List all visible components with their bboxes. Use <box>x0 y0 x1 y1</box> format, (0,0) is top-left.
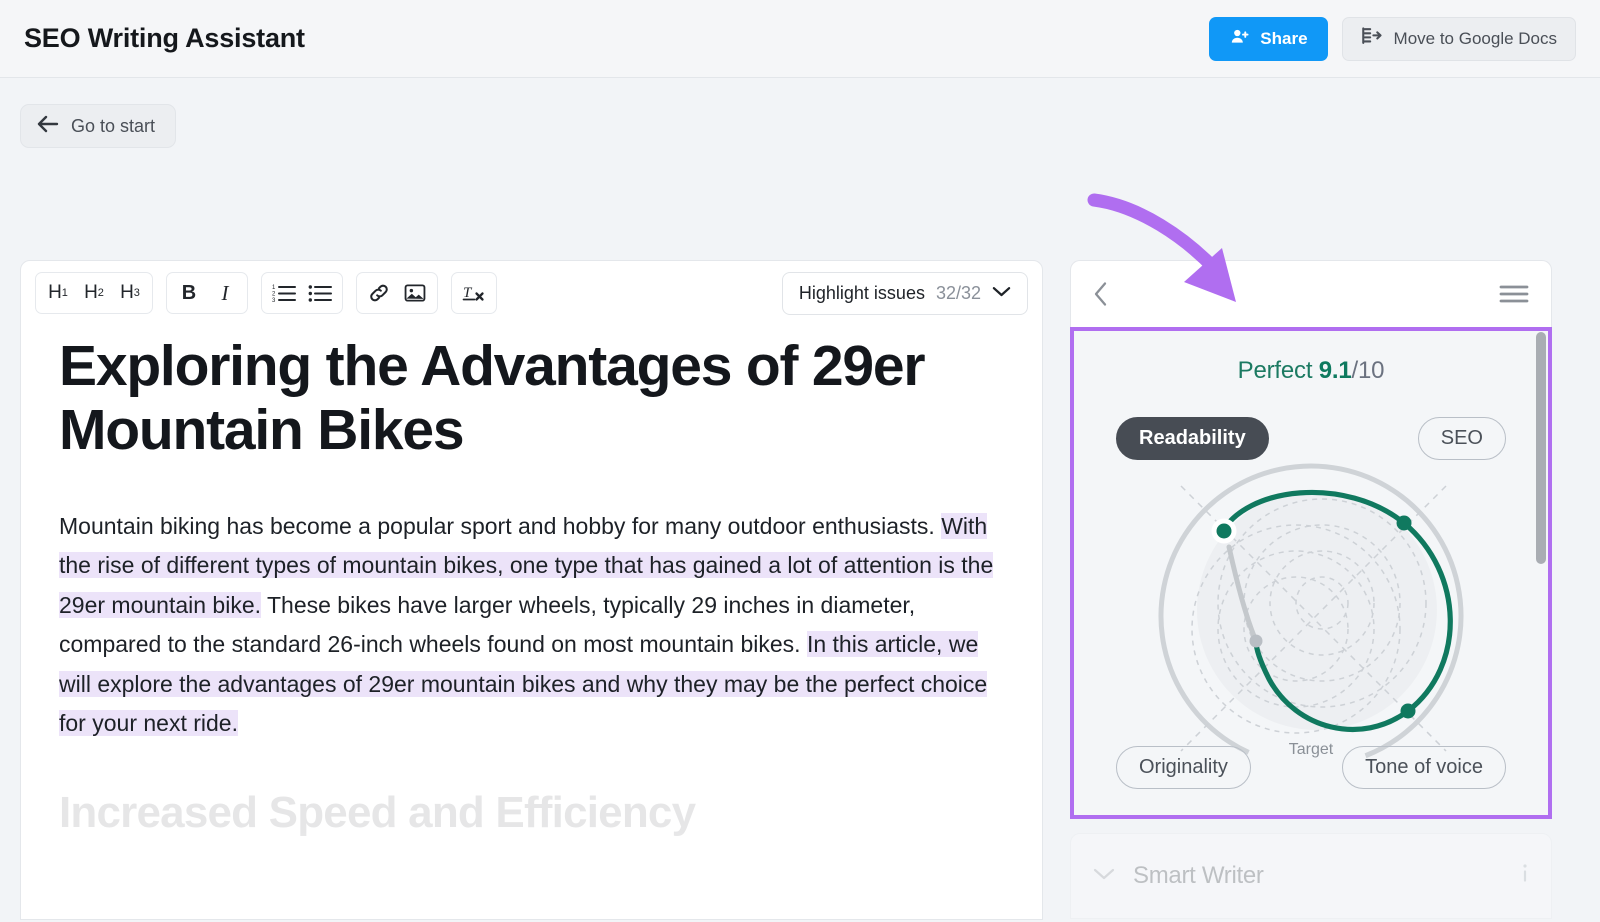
editor-toolbar: H1 H2 H3 B I 1 2 3 T Highlight issues 32… <box>21 261 1042 325</box>
arrow-shaft <box>1087 193 1221 275</box>
node-tone-of-voice[interactable] <box>1400 703 1416 719</box>
insert-tool-group <box>356 272 438 314</box>
workspace: Go to start H1 H2 H3 B I 1 2 3 T Highlig… <box>0 78 1600 920</box>
image-icon[interactable] <box>397 276 433 310</box>
document-next-heading: Increased Speed and Efficiency <box>59 787 696 837</box>
header-actions: Share Move to Google Docs <box>1209 16 1576 61</box>
arrow-left-icon <box>37 115 59 138</box>
document-body[interactable]: Exploring the Advantages of 29er Mountai… <box>21 325 1042 919</box>
bold-button[interactable]: B <box>171 276 207 310</box>
paragraph-run: Mountain biking has become a popular spo… <box>59 512 942 539</box>
italic-button[interactable]: I <box>207 276 243 310</box>
list-tool-group: 1 2 3 <box>261 272 343 314</box>
clear-formatting-icon[interactable]: T <box>456 276 492 310</box>
heading-tool-group: H1 H2 H3 <box>35 272 153 314</box>
go-to-start-button[interactable]: Go to start <box>20 104 177 148</box>
node-seo[interactable] <box>1396 515 1412 531</box>
score-card: Perfect 9.1/10 Readability SEO Target Or… <box>1070 327 1552 819</box>
highlight-issues-label: Highlight issues <box>798 283 925 303</box>
document-title: Exploring the Advantages of 29er Mountai… <box>59 334 926 462</box>
user-plus-icon <box>1229 26 1250 52</box>
score-rating-label: Perfect <box>1237 357 1313 384</box>
node-originality[interactable] <box>1249 634 1263 648</box>
highlight-issues-dropdown[interactable]: Highlight issues 32/32 <box>781 272 1028 315</box>
metric-originality[interactable]: Originality <box>1116 746 1251 789</box>
document-paragraph: Mountain biking has become a popular spo… <box>59 507 1002 744</box>
side-panel-scrollbar-track[interactable] <box>1536 332 1546 922</box>
svg-text:2: 2 <box>272 292 276 298</box>
clear-format-tool-group: T <box>451 272 497 314</box>
chevron-down-icon <box>992 285 1011 303</box>
side-panel: Perfect 9.1/10 Readability SEO Target Or… <box>1070 260 1552 920</box>
text-style-tool-group: B I <box>166 272 248 314</box>
chevron-left-icon[interactable] <box>1093 281 1109 307</box>
highlight-issues-count: 32/32 <box>935 283 981 303</box>
overall-score: Perfect 9.1/10 <box>1074 331 1548 385</box>
bullet-list-icon[interactable] <box>302 276 338 310</box>
metric-pill-row-bottom: Originality Tone of voice <box>1074 746 1548 789</box>
move-to-google-docs-button[interactable]: Move to Google Docs <box>1341 16 1576 61</box>
smart-writer-section[interactable]: Smart Writer <box>1070 833 1552 919</box>
node-readability[interactable] <box>1216 523 1232 539</box>
heading-1-button[interactable]: H1 <box>40 276 76 310</box>
radar-chart-svg: Target <box>1158 463 1464 769</box>
heading-2-sub: 2 <box>97 287 104 299</box>
heading-2-button[interactable]: H2 <box>76 276 112 310</box>
go-to-start-label: Go to start <box>71 115 156 136</box>
info-icon[interactable] <box>1521 861 1529 892</box>
page-title: SEO Writing Assistant <box>24 23 305 53</box>
score-out-of: /10 <box>1351 357 1385 384</box>
editor-card: H1 H2 H3 B I 1 2 3 T Highlight issues 32… <box>20 260 1043 920</box>
score-value: 9.1 <box>1318 357 1352 384</box>
hamburger-menu-icon[interactable] <box>1499 283 1529 305</box>
svg-text:1: 1 <box>272 285 276 291</box>
heading-3-sub: 3 <box>133 287 140 299</box>
heading-3-button[interactable]: H3 <box>112 276 148 310</box>
document-fade-mask <box>21 831 1042 919</box>
share-button[interactable]: Share <box>1209 16 1328 61</box>
share-button-label: Share <box>1260 28 1308 48</box>
heading-1-sub: 1 <box>61 287 68 299</box>
link-icon[interactable] <box>361 276 397 310</box>
smart-writer-label: Smart Writer <box>1133 862 1264 889</box>
go-to-start-row: Go to start <box>20 104 1576 148</box>
side-panel-scrollbar-thumb[interactable] <box>1536 332 1546 564</box>
svg-text:T: T <box>463 285 473 301</box>
move-to-docs-icon <box>1361 26 1383 51</box>
app-header: SEO Writing Assistant Share Move to Goog… <box>0 0 1600 78</box>
metric-tone-of-voice[interactable]: Tone of voice <box>1342 746 1506 789</box>
move-to-google-docs-label: Move to Google Docs <box>1393 28 1557 48</box>
side-panel-header <box>1070 260 1552 327</box>
numbered-list-icon[interactable]: 1 2 3 <box>266 276 302 310</box>
chevron-down-icon[interactable] <box>1093 867 1115 886</box>
radar-chart: Target <box>1074 451 1548 781</box>
svg-text:3: 3 <box>272 298 276 303</box>
